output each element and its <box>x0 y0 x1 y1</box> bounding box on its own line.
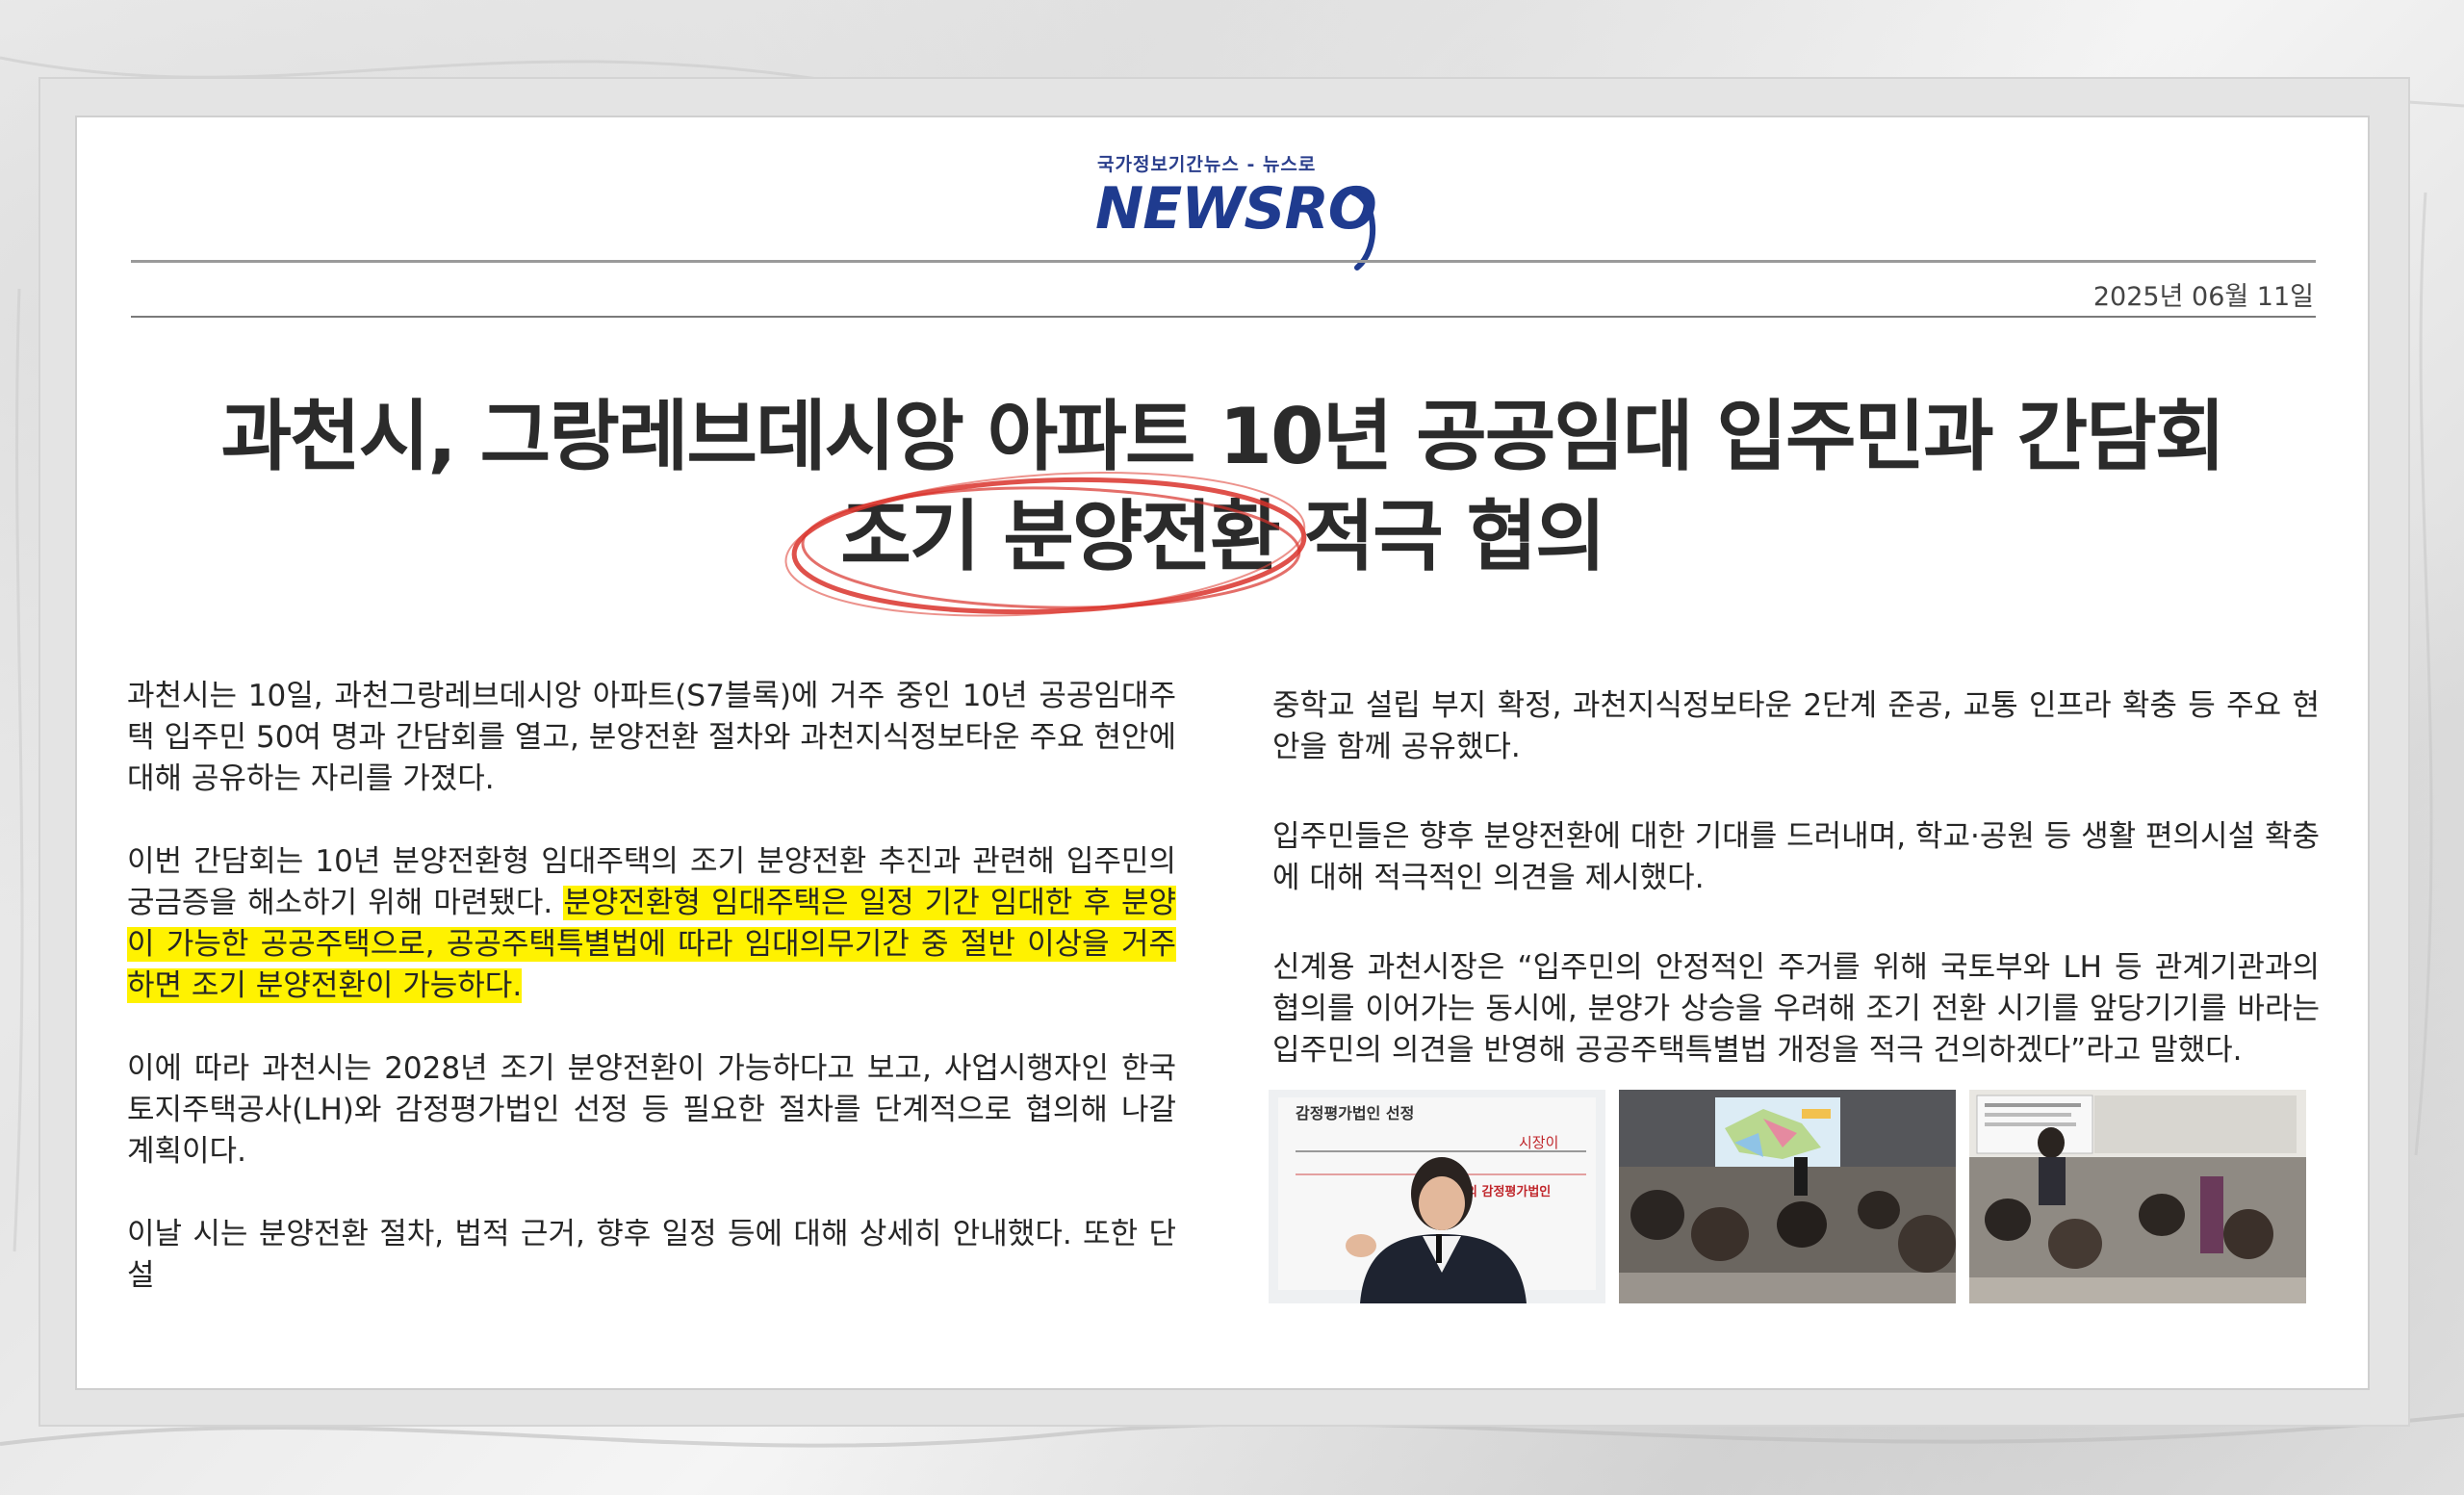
photo-strip: 감정평가법인 선정 시장이 의 감정평가법인 <box>1269 1090 2308 1305</box>
masthead-tagline: 국가정보기간뉴스 - 뉴스로 <box>1097 154 1317 175</box>
photo-speaker: 감정평가법인 선정 시장이 의 감정평가법인 <box>1269 1090 1605 1303</box>
article-paragraph: 이에 따라 과천시는 2028년 조기 분양전환이 가능하다고 보고, 사업시행… <box>127 1051 1176 1169</box>
article-paragraph: 신계용 과천시장은 “입주민의 안정적인 주거를 위해 국토부와 LH 등 관계… <box>1272 950 2320 1068</box>
newspaper-page: 국가정보기간뉴스 - 뉴스로 NEWSRO 2025년 06월 11일 과천시,… <box>75 116 2370 1390</box>
article-column-left: 과천시는 10일, 과천그랑레브데시앙 아파트(S7블록)에 거주 중인 10년… <box>127 676 1176 1297</box>
article-paragraph: 이번 간담회는 10년 분양전환형 임대주택의 조기 분양전환 추진과 관련해 … <box>127 841 1176 1007</box>
header-rule-top <box>131 260 2316 263</box>
article-paragraph: 중학교 설립 부지 확정, 과천지식정보타운 2단계 준공, 교통 인프라 확충… <box>1272 688 2320 764</box>
article-paragraph: 이날 시는 분양전환 절차, 법적 근거, 향후 일정 등에 대해 상세히 안내… <box>127 1217 1176 1293</box>
photo-audience-map <box>1619 1090 1956 1303</box>
slide-red-text: 시장이 <box>1519 1134 1558 1151</box>
slide-title: 감정평가법인 선정 <box>1296 1104 1414 1122</box>
publish-date: 2025년 06월 11일 <box>2092 282 2314 312</box>
article-column-right: 중학교 설립 부지 확정, 과천지식정보타운 2단계 준공, 교통 인프라 확충… <box>1272 685 2320 1071</box>
photo-seminar-room <box>1969 1090 2306 1303</box>
article-paragraph: 과천시는 10일, 과천그랑레브데시앙 아파트(S7블록)에 거주 중인 10년… <box>127 679 1176 796</box>
header-rule-bottom <box>131 316 2316 318</box>
slide-red-heading: 의 감정평가법인 <box>1466 1184 1551 1199</box>
article-paragraph: 입주민들은 향후 분양전환에 대한 기대를 드러내며, 학교·공원 등 생활 편… <box>1272 819 2320 895</box>
headline-line-2-rest: 적극 협의 <box>1278 492 1606 581</box>
red-circle-annotation <box>784 472 1307 617</box>
newsro-logo: NEWSRO <box>1095 175 1377 243</box>
